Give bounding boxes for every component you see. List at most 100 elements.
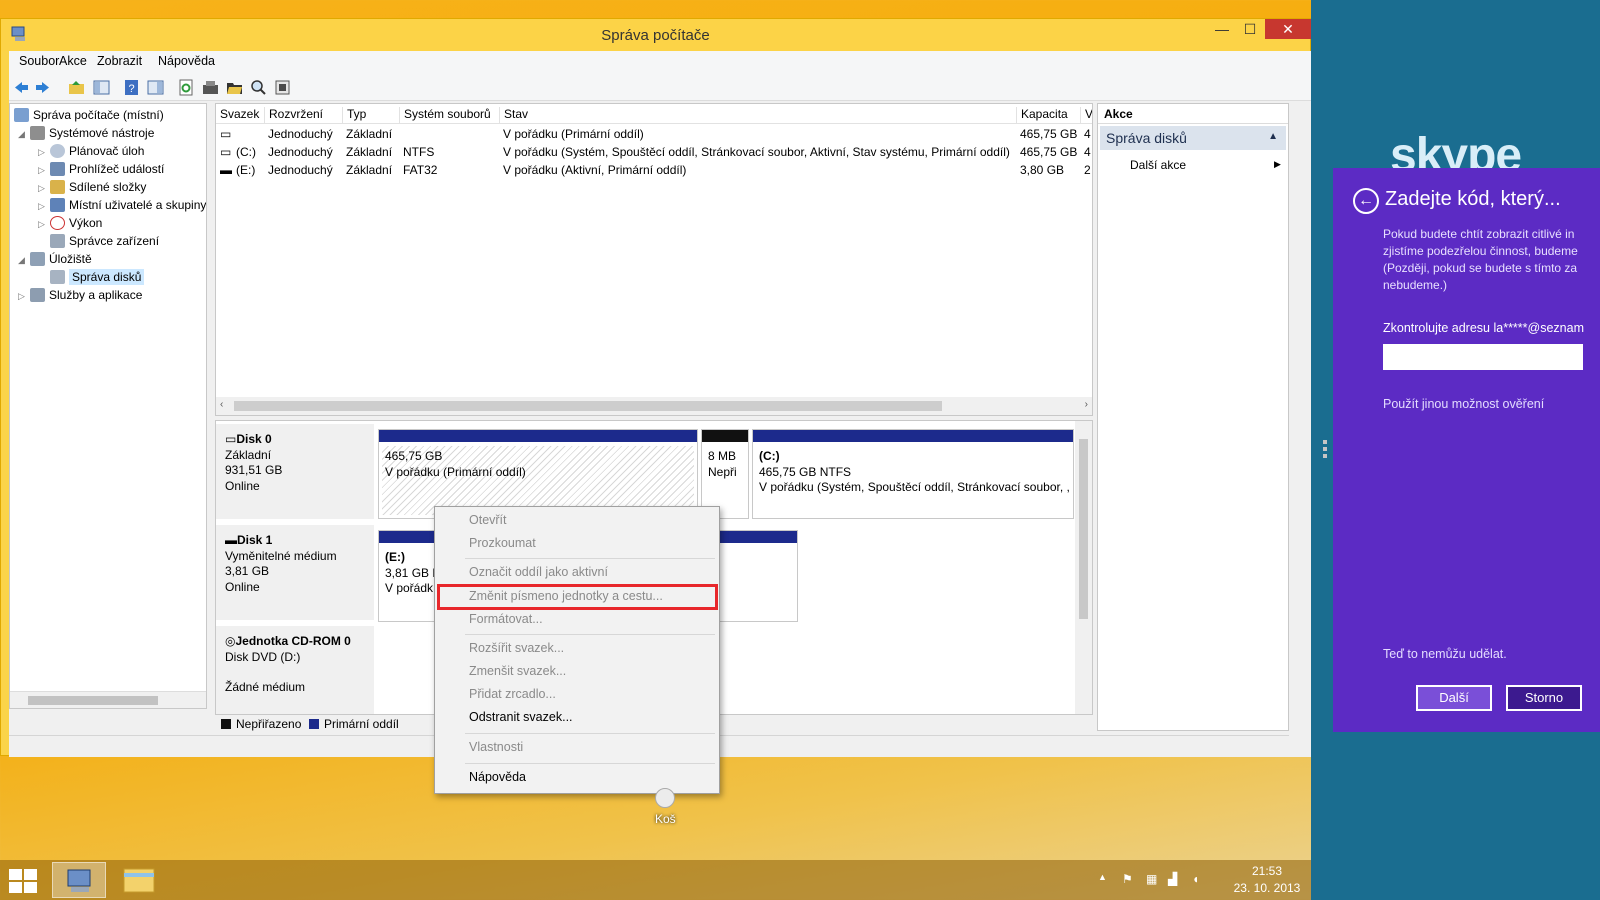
scroll-thumb[interactable] (28, 696, 158, 705)
forward-icon[interactable] (34, 79, 51, 96)
expand-arrow-icon[interactable]: ▷ (38, 161, 50, 179)
menu-zobrazit[interactable]: Zobrazit (97, 54, 142, 68)
network-icon[interactable]: ▦ (1146, 872, 1157, 886)
tree-item-system-tools[interactable]: ◢ Systémové nástroje (18, 124, 154, 142)
menu-item-properties[interactable]: Vlastnosti (469, 740, 523, 754)
col-type[interactable]: Typ (342, 107, 399, 123)
col-volume[interactable]: Svazek (216, 107, 264, 123)
recycle-bin-label[interactable]: Koš (655, 812, 676, 826)
actions-section-disk-management[interactable]: Správa disků ▲ (1100, 126, 1286, 150)
show-hide-tree-icon[interactable] (93, 79, 110, 96)
disk-pane-vertical-scrollbar[interactable] (1075, 421, 1092, 714)
signal-icon[interactable]: ▟ (1168, 872, 1177, 886)
tree-item-storage[interactable]: ◢ Úložiště (18, 250, 92, 268)
open-folder-icon[interactable] (226, 79, 243, 96)
show-hidden-icons-button[interactable]: ▲ (1098, 872, 1107, 882)
menu-item-explore[interactable]: Prozkoumat (469, 536, 536, 550)
code-input[interactable] (1383, 344, 1583, 370)
table-row[interactable]: ▬ (E:) Jednoduchý Základní FAT32 V pořád… (216, 161, 1092, 179)
tree-root[interactable]: Správa počítače (místní) (14, 106, 164, 124)
menu-item-extend[interactable]: Rozšířit svazek... (469, 641, 564, 655)
shared-folder-icon (50, 180, 65, 194)
tree-item-device-manager[interactable]: Správce zařízení (38, 232, 159, 250)
col-capacity[interactable]: Kapacita (1016, 107, 1080, 123)
col-filesystem[interactable]: Systém souborů (399, 107, 499, 123)
close-button[interactable]: ✕ (1265, 19, 1311, 39)
settings-icon[interactable] (274, 79, 291, 96)
title-bar[interactable]: Správa počítače — ☐ ✕ (1, 19, 1311, 51)
expand-arrow-icon[interactable]: ▷ (18, 287, 30, 305)
menu-item-shrink[interactable]: Zmenšit svazek... (469, 664, 566, 678)
menu-item-delete-volume[interactable]: Odstranit svazek... (469, 710, 573, 724)
up-folder-icon[interactable] (68, 79, 85, 96)
expand-arrow-icon[interactable]: ▷ (38, 143, 50, 161)
scroll-thumb[interactable] (1079, 439, 1088, 619)
cdrom-info[interactable]: ◎Jednotka CD-ROM 0 Disk DVD (D:) Žádné m… (216, 626, 374, 714)
tree-item-task-scheduler[interactable]: ▷ Plánovač úloh (38, 142, 144, 160)
menu-akce[interactable]: Akce (59, 54, 87, 68)
taskbar-app-computer-management[interactable] (52, 862, 106, 898)
recycle-bin-icon[interactable] (655, 788, 675, 808)
taskbar-app-file-explorer[interactable] (112, 862, 166, 898)
cant-now-link[interactable]: Teď to nemůžu udělat. (1383, 647, 1507, 661)
action-center-flag-icon[interactable]: ⚑ (1122, 872, 1133, 886)
menu-item-open[interactable]: Otevřít (469, 513, 507, 527)
expand-arrow-icon[interactable]: ◢ (18, 251, 30, 269)
start-button[interactable] (9, 869, 39, 895)
volume-list-header: Svazek Rozvržení Typ Systém souborů Stav… (216, 104, 1092, 124)
other-verification-link[interactable]: Použít jinou možnost ověření (1383, 397, 1544, 411)
menu-soubor[interactable]: Soubor (19, 54, 59, 68)
snap-divider-grip[interactable] (1323, 440, 1327, 462)
more-actions[interactable]: Další akce (1130, 158, 1186, 172)
minimize-button[interactable]: — (1209, 19, 1235, 39)
menu-item-mark-active[interactable]: Označit oddíl jako aktivní (469, 565, 608, 579)
cancel-button[interactable]: Storno (1506, 685, 1582, 711)
maximize-button[interactable]: ☐ (1237, 19, 1263, 39)
tree-horizontal-scrollbar[interactable] (10, 691, 206, 708)
menu-item-add-mirror[interactable]: Přidat zrcadlo... (469, 687, 556, 701)
volume-list-horizontal-scrollbar[interactable]: ‹ › (216, 397, 1092, 415)
menu-separator (465, 558, 715, 559)
col-free[interactable]: V (1080, 107, 1092, 123)
tree-item-event-viewer[interactable]: ▷ Prohlížeč událostí (38, 160, 164, 178)
scroll-thumb[interactable] (234, 401, 942, 411)
disk0-partition-c[interactable]: (C:) 465,75 GB NTFS V pořádku (Systém, S… (752, 429, 1074, 519)
back-icon[interactable] (13, 79, 30, 96)
collapse-arrow-icon[interactable]: ▲ (1268, 131, 1278, 142)
refresh-icon[interactable] (178, 79, 195, 96)
tree-item-shared-folders[interactable]: ▷ Sdílené složky (38, 178, 146, 196)
disk-icon[interactable] (202, 79, 219, 96)
col-status[interactable]: Stav (499, 107, 1016, 123)
tree-item-performance[interactable]: ▷ Výkon (38, 214, 102, 232)
next-button[interactable]: Další (1416, 685, 1492, 711)
help-icon[interactable]: ? (123, 79, 140, 96)
removable-disk-icon: ▬ (225, 533, 237, 547)
table-row[interactable]: ▭ (C:) Jednoduchý Základní NTFS V pořádk… (216, 143, 1092, 161)
email-check-label: Zkontrolujte adresu la*****@seznam (1383, 321, 1584, 335)
expand-arrow-icon[interactable]: ▷ (38, 197, 50, 215)
menu-separator (465, 634, 715, 635)
table-row[interactable]: ▭ Jednoduchý Základní V pořádku (Primárn… (216, 125, 1092, 143)
scroll-right-icon[interactable]: › (1085, 399, 1088, 410)
search-icon[interactable] (250, 79, 267, 96)
disk1-info[interactable]: ▬Disk 1 Vyměnitelné médium 3,81 GB Onlin… (216, 525, 374, 620)
submenu-arrow-icon[interactable]: ▶ (1274, 159, 1281, 170)
properties-icon[interactable] (147, 79, 164, 96)
disk0-info[interactable]: ▭Disk 0 Základní 931,51 GB Online (216, 424, 374, 519)
scroll-left-icon[interactable]: ‹ (220, 399, 223, 410)
back-arrow-icon[interactable]: ← (1353, 188, 1379, 214)
menu-item-help[interactable]: Nápověda (469, 770, 526, 784)
menu-item-format[interactable]: Formátovat... (469, 612, 543, 626)
svg-text:?: ? (128, 83, 134, 95)
expand-arrow-icon[interactable]: ◢ (18, 125, 30, 143)
partition-body: 465,75 GB V pořádku (Primární oddíl) (382, 446, 694, 515)
clock[interactable]: 21:53 23. 10. 2013 (1232, 863, 1302, 897)
menu-napoveda[interactable]: Nápověda (158, 54, 215, 68)
tree-item-services-apps[interactable]: ▷ Služby a aplikace (18, 286, 142, 304)
volume-icon[interactable]: ◖ (1192, 872, 1199, 886)
tree-item-local-users[interactable]: ▷ Místní uživatelé a skupiny (38, 196, 206, 214)
expand-arrow-icon[interactable]: ▷ (38, 179, 50, 197)
tree-item-disk-management[interactable]: Správa disků (38, 268, 145, 286)
col-layout[interactable]: Rozvržení (264, 107, 342, 123)
expand-arrow-icon[interactable]: ▷ (38, 215, 50, 233)
